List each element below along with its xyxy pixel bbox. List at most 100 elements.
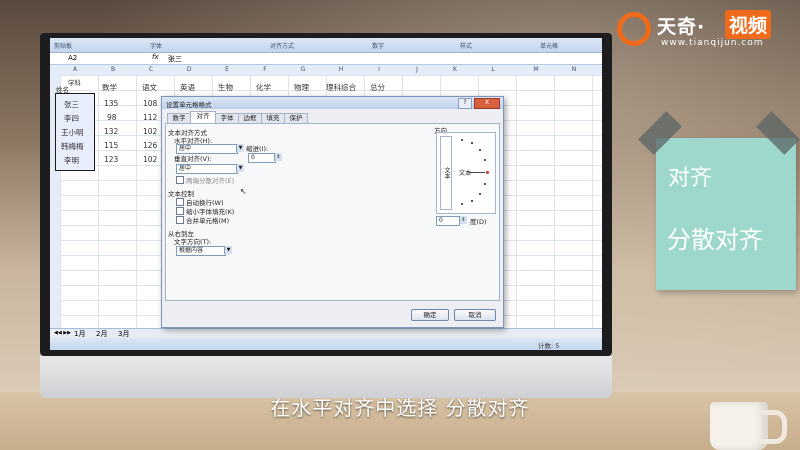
sheet-nav-icon[interactable]: ◀◀ ▶▶ <box>54 330 71 336</box>
cell-a1-top[interactable]: 学科 <box>68 77 81 87</box>
direction-select[interactable]: 根据内容 <box>176 246 226 256</box>
orientation-tick <box>479 149 481 151</box>
header-math[interactable]: 数学 <box>102 82 117 93</box>
status-count: 计数: 5 <box>538 342 560 350</box>
dialog-title: 设置单元格格式 <box>166 101 212 109</box>
math-cell[interactable]: 132 <box>104 127 118 136</box>
col-header-g[interactable]: G <box>283 66 323 73</box>
orientation-tick <box>471 200 473 202</box>
tab-fill[interactable]: 填充 <box>261 113 285 123</box>
tab-font[interactable]: 字体 <box>215 113 239 123</box>
format-cells-dialog: 设置单元格格式 ? X 数字 对齐 字体 边框 填充 保护 文本对齐方式 水平对… <box>161 96 504 328</box>
ribbon-group-clipboard[interactable]: 剪贴板 <box>54 41 72 50</box>
col-header-i[interactable]: I <box>359 66 399 73</box>
col-header-n[interactable]: N <box>554 66 594 73</box>
orientation-tick <box>471 142 473 144</box>
col-header-f[interactable]: F <box>245 66 285 73</box>
header-english[interactable]: 英语 <box>180 82 195 93</box>
alignment-panel: 文本对齐方式 水平对齐(H): 居中 ▼ 缩进(I): 0 ⇕ 垂直对齐(V):… <box>165 123 500 301</box>
col-header-a[interactable]: A <box>55 66 95 73</box>
name-cell[interactable]: 李明 <box>64 155 79 166</box>
ribbon-group-alignment[interactable]: 对齐方式 <box>270 41 294 50</box>
vertical-dropdown-icon[interactable]: ▼ <box>236 164 244 172</box>
direction-select-value: 根据内容 <box>179 247 204 254</box>
help-button[interactable]: ? <box>458 98 472 109</box>
shrink-checkbox[interactable] <box>176 207 184 215</box>
logo-text-badge: 视频 <box>725 10 772 39</box>
orientation-handle[interactable] <box>486 171 489 174</box>
close-button[interactable]: X <box>474 98 500 109</box>
math-cell[interactable]: 135 <box>104 99 118 108</box>
wrap-checkbox[interactable] <box>176 198 184 206</box>
orientation-control[interactable]: 文本 文本 <box>436 132 496 214</box>
logo-ring-icon <box>617 12 651 46</box>
vertical-select-value: 居中 <box>179 165 192 172</box>
ribbon-group-font[interactable]: 字体 <box>150 41 162 50</box>
tab-alignment[interactable]: 对齐 <box>190 111 216 123</box>
header-chinese[interactable]: 语文 <box>142 82 157 93</box>
indent-label: 缩进(I): <box>246 145 269 153</box>
cancel-button[interactable]: 取消 <box>454 309 496 321</box>
header-science[interactable]: 理科综合 <box>326 82 356 93</box>
chinese-cell[interactable]: 102 <box>143 127 157 136</box>
cell-a1-bottom[interactable]: 姓名 <box>56 84 69 94</box>
name-cell[interactable]: 张三 <box>64 99 79 110</box>
math-cell[interactable]: 115 <box>104 141 118 150</box>
horizontal-select-value: 居中 <box>179 145 192 152</box>
note-line-2: 分散对齐 <box>667 226 763 254</box>
direction-label: 文字方向(T): <box>174 238 212 246</box>
dialog-titlebar[interactable]: 设置单元格格式 ? X <box>162 97 503 109</box>
video-subtitle: 在水平对齐中选择 分散对齐 <box>270 396 530 420</box>
degree-input[interactable]: 0 <box>436 216 460 226</box>
vertical-text-toggle[interactable]: 文本 <box>440 136 452 210</box>
name-box[interactable]: A2 <box>68 54 77 62</box>
justify-distributed-checkbox[interactable] <box>176 176 184 184</box>
header-biology[interactable]: 生物 <box>218 82 233 93</box>
col-header-l[interactable]: L <box>473 66 513 73</box>
degree-spinner-icon[interactable]: ⇕ <box>459 216 467 224</box>
orientation-tick <box>484 159 486 161</box>
tab-border[interactable]: 边框 <box>238 113 262 123</box>
direction-dropdown-icon[interactable]: ▼ <box>224 246 232 254</box>
header-chemistry[interactable]: 化学 <box>256 82 271 93</box>
chinese-cell[interactable]: 112 <box>143 113 157 122</box>
chinese-cell[interactable]: 108 <box>143 99 157 108</box>
horizontal-dropdown-icon[interactable]: ▼ <box>236 144 244 152</box>
math-cell[interactable]: 98 <box>107 113 117 122</box>
vertical-select[interactable]: 居中 <box>176 164 238 174</box>
math-cell[interactable]: 123 <box>104 155 118 164</box>
chinese-cell[interactable]: 102 <box>143 155 157 164</box>
indent-spinner-icon[interactable]: ⇕ <box>274 153 282 161</box>
header-physics[interactable]: 物理 <box>294 82 309 93</box>
merge-checkbox[interactable] <box>176 216 184 224</box>
ribbon-group-cells[interactable]: 单元格 <box>540 41 558 50</box>
justify-distributed-label: 两端分散对齐(E) <box>186 177 235 185</box>
mouse-cursor-icon: ↖ <box>240 187 247 196</box>
chinese-cell[interactable]: 126 <box>143 141 157 150</box>
col-header-h[interactable]: H <box>321 66 361 73</box>
ribbon-group-style[interactable]: 样式 <box>460 41 472 50</box>
col-header-d[interactable]: D <box>169 66 209 73</box>
fx-icon[interactable]: fx <box>152 53 159 61</box>
col-header-c[interactable]: C <box>131 66 171 73</box>
col-header-m[interactable]: M <box>516 66 556 73</box>
col-header-k[interactable]: K <box>435 66 475 73</box>
formula-input[interactable]: 张三 <box>168 54 182 64</box>
name-cell[interactable]: 韩梅梅 <box>61 141 84 152</box>
col-header-j[interactable]: J <box>397 66 437 73</box>
col-header-b[interactable]: B <box>93 66 133 73</box>
header-total[interactable]: 总分 <box>370 82 385 93</box>
indent-input[interactable]: 0 <box>248 153 276 163</box>
orientation-line <box>469 172 485 173</box>
ribbon-group-number[interactable]: 数字 <box>372 41 384 50</box>
col-header-e[interactable]: E <box>207 66 247 73</box>
name-cell[interactable]: 李四 <box>64 113 79 124</box>
merge-label: 合并单元格(M) <box>186 217 230 225</box>
tab-protection[interactable]: 保护 <box>284 113 308 123</box>
ok-button[interactable]: 确定 <box>411 309 449 321</box>
name-cell[interactable]: 王小明 <box>61 127 84 138</box>
tab-number[interactable]: 数字 <box>167 113 191 123</box>
brand-logo: 天奇· 视频 www.tianqijun.com <box>617 10 792 48</box>
indent-value: 0 <box>251 154 255 161</box>
ribbon-groups: 剪贴板 字体 对齐方式 数字 样式 单元格 <box>50 38 602 53</box>
